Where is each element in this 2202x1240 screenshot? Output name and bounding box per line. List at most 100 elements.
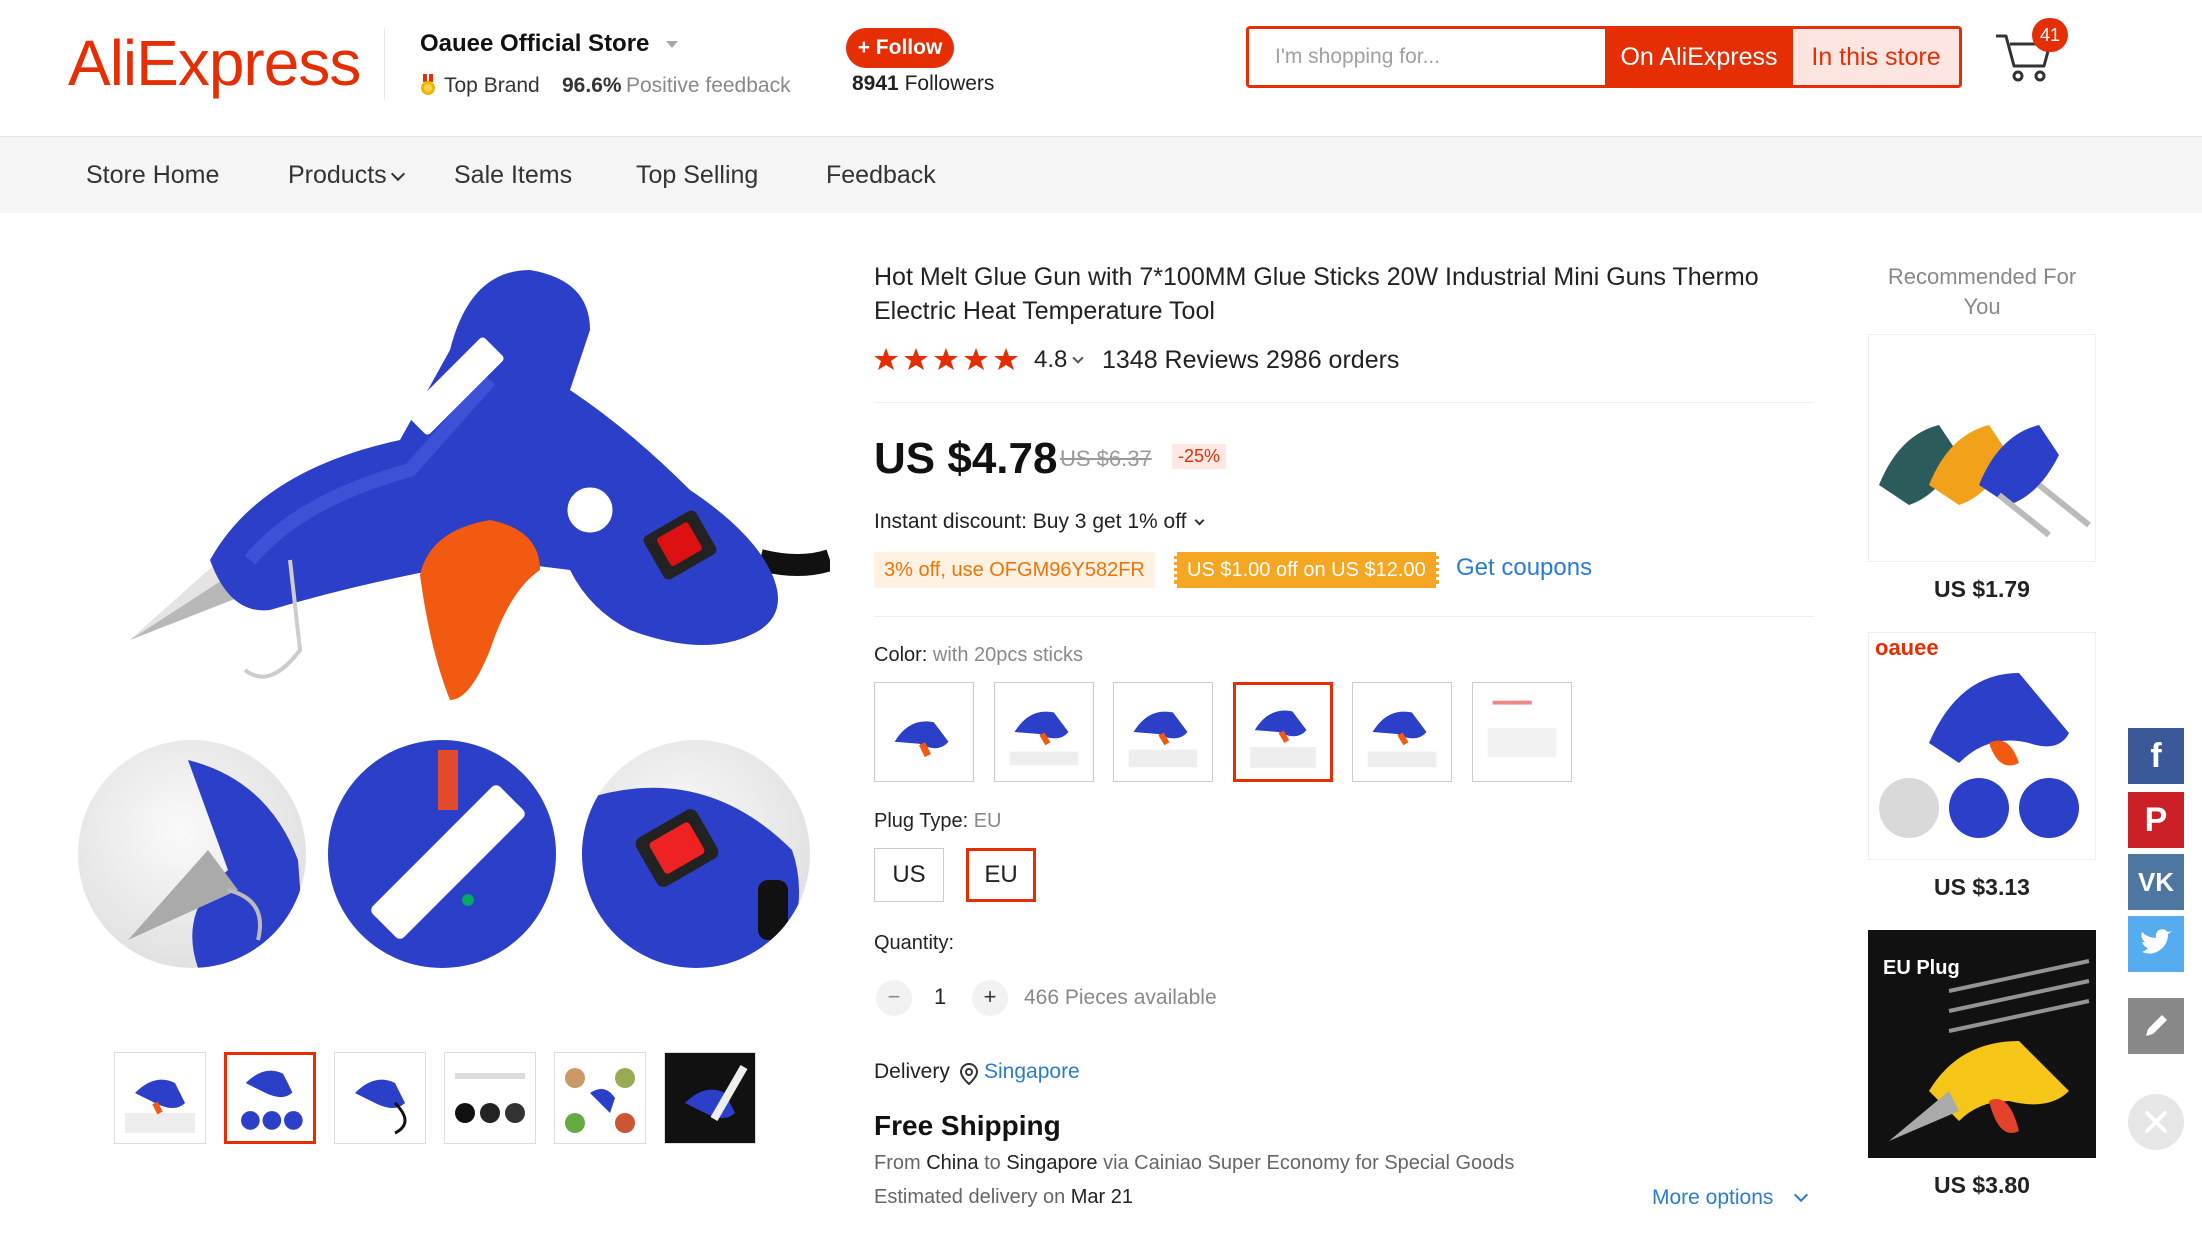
current-price: US $4.78 — [874, 434, 1058, 483]
chevron-down-icon — [1194, 515, 1205, 526]
close-x-glyph — [2145, 1111, 2167, 1133]
chevron-down-icon — [390, 166, 405, 182]
color-option-5-graphic — [1367, 711, 1437, 768]
eu-plug-tag: EU Plug — [1883, 957, 1960, 979]
pinterest-share-icon[interactable]: P — [2128, 792, 2184, 848]
recommended-item-2-brand: oauee — [1875, 635, 1939, 660]
follow-button[interactable]: + Follow — [846, 28, 954, 68]
reviews-count[interactable]: 1348 Reviews — [1102, 346, 1259, 375]
thumbnail-2-graphic — [241, 1070, 303, 1130]
delivery-location-link[interactable]: Singapore — [984, 1060, 1080, 1084]
estimated-delivery: Estimated delivery on Mar 21 — [874, 1186, 1133, 1209]
chevron-down-icon[interactable] — [1072, 352, 1084, 364]
quantity-value[interactable]: 1 — [934, 984, 946, 1010]
coupon-code[interactable]: 3% off, use OFGM96Y582FR — [874, 552, 1155, 588]
plug-option-eu[interactable]: EU — [966, 848, 1036, 902]
discount-badge: -25% — [1172, 444, 1227, 469]
recommended-item-3[interactable]: EU Plug — [1868, 930, 2096, 1158]
label-detail-graphic — [328, 740, 556, 968]
recommended-item-2-graphic — [1879, 673, 2079, 838]
search-store-button[interactable]: In this store — [1793, 29, 1959, 85]
recommended-price-1: US $1.79 — [1934, 576, 2030, 602]
search-aliexpress-button[interactable]: On AliExpress — [1605, 29, 1793, 85]
store-name[interactable]: Oauee Official Store — [420, 30, 649, 58]
store-nav: Store Home Products Sale Items Top Selli… — [0, 136, 2202, 213]
instant-discount-label: Instant discount: — [874, 510, 1027, 533]
recommended-item-1[interactable] — [1868, 334, 2096, 562]
ship-to: Singapore — [1006, 1152, 1098, 1174]
recommended-item-1-graphic — [1879, 425, 2091, 538]
nozzle-detail-graphic — [128, 760, 306, 968]
color-option-3-graphic — [1128, 711, 1198, 768]
color-option-6[interactable] — [1472, 682, 1572, 782]
switch-detail-graphic — [582, 787, 800, 968]
aliexpress-logo[interactable]: AliExpress — [68, 26, 361, 100]
cart-count-badge: 41 — [2032, 18, 2068, 52]
thumbnail-2[interactable] — [224, 1052, 316, 1144]
color-option-6-graphic — [1487, 700, 1557, 758]
get-coupons-link[interactable]: Get coupons — [1456, 554, 1592, 582]
search-input[interactable] — [1249, 29, 1605, 85]
more-options-link[interactable]: More options — [1652, 1186, 1773, 1210]
nav-store-home[interactable]: Store Home — [86, 161, 219, 190]
color-option-4-graphic — [1250, 710, 1316, 768]
thumbnail-6[interactable] — [664, 1052, 756, 1144]
thumbnail-5[interactable] — [554, 1052, 646, 1144]
followers-count: 8941 Followers — [852, 72, 994, 96]
thumbnail-1[interactable] — [114, 1052, 206, 1144]
plug-type-label-text: Plug Type: — [874, 810, 969, 832]
thumbnail-4-graphic — [455, 1073, 525, 1123]
instant-discount-value: Buy 3 get 1% off — [1032, 510, 1187, 533]
color-selected-value: with 20pcs sticks — [932, 644, 1083, 666]
location-pin-icon — [960, 1063, 978, 1085]
eta-date: Mar 21 — [1070, 1186, 1134, 1208]
nav-feedback[interactable]: Feedback — [826, 161, 936, 190]
detail-image-label — [328, 740, 556, 968]
chevron-down-icon[interactable] — [1793, 1187, 1809, 1203]
nav-top-selling[interactable]: Top Selling — [636, 161, 758, 190]
pencil-glyph — [2146, 1015, 2167, 1036]
color-label: Color: with 20pcs sticks — [874, 644, 1083, 667]
thumbnail-3-graphic — [355, 1079, 407, 1135]
store-coupon[interactable]: US $1.00 off on US $12.00 — [1174, 552, 1439, 588]
instant-discount[interactable]: Instant discount: Buy 3 get 1% off — [874, 510, 1205, 534]
nav-sale-items[interactable]: Sale Items — [454, 161, 572, 190]
color-option-1[interactable] — [874, 682, 974, 782]
recommended-price-2: US $3.13 — [1934, 874, 2030, 900]
twitter-share-icon[interactable] — [2128, 916, 2184, 972]
thumbnail-3[interactable] — [334, 1052, 426, 1144]
facebook-share-icon[interactable]: f — [2128, 728, 2184, 784]
plug-type-selected-value: EU — [973, 810, 1002, 832]
recommended-price-3: US $3.80 — [1934, 1172, 2030, 1198]
positive-feedback-label: Positive feedback — [626, 74, 791, 97]
eta-label: Estimated delivery on — [874, 1186, 1066, 1208]
quantity-increase-button[interactable]: + — [972, 980, 1008, 1016]
close-icon[interactable] — [2128, 1094, 2184, 1150]
search-bar: On AliExpress In this store — [1246, 26, 1962, 88]
color-option-1-graphic — [894, 721, 949, 758]
color-option-3[interactable] — [1113, 682, 1213, 782]
plug-option-us[interactable]: US — [874, 848, 944, 902]
followers-label: Followers — [904, 72, 995, 95]
quantity-label: Quantity: — [874, 932, 955, 954]
quantity-decrease-button[interactable]: − — [876, 980, 912, 1016]
nav-products[interactable]: Products — [288, 161, 405, 190]
chevron-down-icon[interactable] — [666, 41, 678, 48]
color-option-2-graphic — [1009, 711, 1079, 766]
rating-value[interactable]: 4.8 — [1034, 346, 1067, 374]
ship-via: via Cainiao Super Economy for Special Go… — [1103, 1152, 1515, 1174]
color-option-2[interactable] — [994, 682, 1094, 782]
thumbnail-6-graphic — [665, 1053, 755, 1143]
recommended-item-2[interactable]: oauee — [1868, 632, 2096, 860]
vk-share-icon[interactable]: VK — [2128, 854, 2184, 910]
thumbnail-4[interactable] — [444, 1052, 536, 1144]
header-divider — [384, 28, 385, 100]
thumbnail-1-graphic — [125, 1079, 195, 1133]
edit-pencil-icon[interactable] — [2128, 998, 2184, 1054]
ship-to-label: to — [984, 1152, 1001, 1174]
product-title: Hot Melt Glue Gun with 7*100MM Glue Stic… — [874, 263, 1759, 325]
color-option-4[interactable] — [1233, 682, 1333, 782]
color-option-5[interactable] — [1352, 682, 1452, 782]
divider — [874, 402, 1814, 403]
product-main-image[interactable] — [70, 230, 830, 730]
